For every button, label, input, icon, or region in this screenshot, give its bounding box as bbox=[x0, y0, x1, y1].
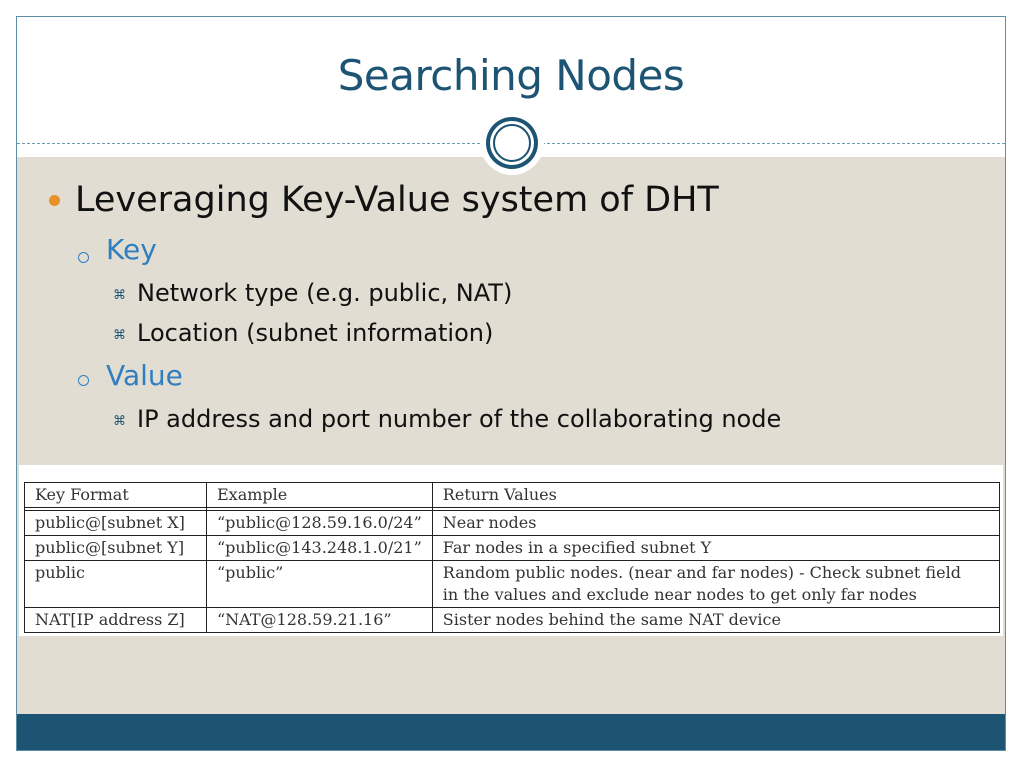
bullet-level1: Leveraging Key-Value system of DHT bbox=[75, 180, 719, 220]
table-cell: “public@128.59.16.0/24” bbox=[206, 510, 433, 536]
table-header-cell: Return Values bbox=[431, 482, 1001, 508]
bowtie-icon: ⌘ bbox=[113, 414, 126, 429]
table-cell: NAT[IP address Z] bbox=[24, 607, 207, 633]
bullet-key-heading: Key bbox=[106, 233, 157, 266]
table-row: public@[subnet Y] “public@143.248.1.0/21… bbox=[24, 535, 1001, 561]
bullet-value-heading: Value bbox=[106, 359, 183, 392]
key-format-table-panel: Key Format Example Return Values public@… bbox=[19, 465, 1003, 636]
bowtie-icon: ⌘ bbox=[113, 328, 126, 343]
table-cell: public@[subnet X] bbox=[24, 510, 207, 536]
bullet-key-item: Location (subnet information) bbox=[137, 319, 494, 347]
table-header-cell: Example bbox=[206, 482, 433, 508]
table-cell: “public” bbox=[206, 560, 433, 608]
bullet-key-item: Network type (e.g. public, NAT) bbox=[137, 279, 513, 307]
table-cell: Far nodes in a specified subnet Y bbox=[431, 535, 1001, 561]
bullet-value-item: IP address and port number of the collab… bbox=[137, 405, 782, 433]
table-cell: public@[subnet Y] bbox=[24, 535, 207, 561]
footer-bar bbox=[17, 714, 1005, 750]
table-row: public “public” Random public nodes. (ne… bbox=[24, 560, 1001, 608]
table-cell: Sister nodes behind the same NAT device bbox=[431, 607, 1001, 633]
circle-ornament-icon bbox=[480, 111, 544, 175]
table-cell-line: Random public nodes. (near and far nodes… bbox=[442, 563, 961, 582]
slide-title: Searching Nodes bbox=[337, 51, 685, 100]
table-row: public@[subnet X] “public@128.59.16.0/24… bbox=[24, 510, 1001, 536]
table-row: NAT[IP address Z] “NAT@128.59.21.16” Sis… bbox=[24, 607, 1001, 633]
table-cell: “public@143.248.1.0/21” bbox=[206, 535, 433, 561]
table-cell-line: in the values and exclude near nodes to … bbox=[442, 585, 917, 604]
hollow-circle-icon bbox=[78, 252, 89, 263]
table-cell: public bbox=[24, 560, 207, 608]
table-header-cell: Key Format bbox=[24, 482, 207, 508]
table-cell: “NAT@128.59.21.16” bbox=[206, 607, 433, 633]
bowtie-icon: ⌘ bbox=[113, 288, 126, 303]
table-cell: Random public nodes. (near and far nodes… bbox=[431, 560, 1001, 608]
slide: Searching Nodes Leveraging Key-Value sys… bbox=[16, 16, 1006, 751]
table-cell: Near nodes bbox=[431, 510, 1001, 536]
hollow-circle-icon bbox=[78, 375, 89, 386]
key-format-table: Key Format Example Return Values public@… bbox=[24, 482, 1001, 633]
table-header-row: Key Format Example Return Values bbox=[24, 482, 1001, 508]
filled-circle-icon bbox=[49, 195, 60, 206]
